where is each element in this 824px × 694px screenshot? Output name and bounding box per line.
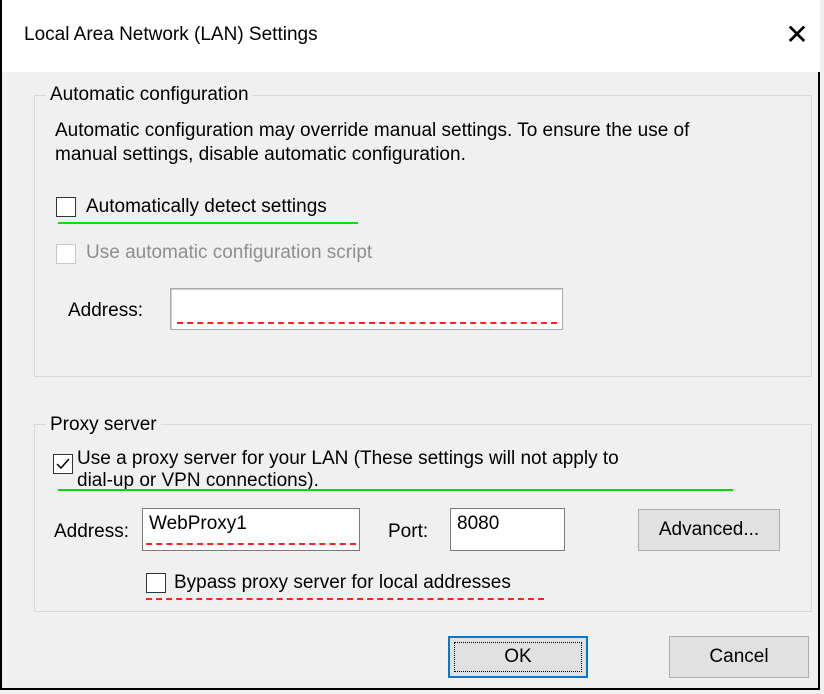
auto-config-address-highlight: [177, 322, 557, 324]
focus-ring: [454, 642, 582, 672]
lan-settings-dialog: Local Area Network (LAN) Settings ✕ Auto…: [0, 0, 820, 690]
use-proxy-label-line1[interactable]: Use a proxy server for your LAN (These s…: [77, 448, 619, 470]
auto-detect-highlight: [58, 222, 358, 224]
advanced-button[interactable]: Advanced...: [638, 509, 780, 551]
ok-button[interactable]: OK: [448, 636, 588, 678]
auto-detect-label[interactable]: Automatically detect settings: [86, 196, 327, 218]
auto-config-address-label: Address:: [68, 300, 143, 321]
bypass-local-label[interactable]: Bypass proxy server for local addresses: [174, 572, 511, 594]
title-bar: Local Area Network (LAN) Settings ✕: [2, 0, 820, 72]
bypass-local-highlight: [146, 598, 544, 600]
auto-detect-checkbox[interactable]: [56, 197, 76, 217]
bypass-local-checkbox[interactable]: [146, 573, 166, 593]
checkmark-icon: [56, 458, 70, 470]
window-title: Local Area Network (LAN) Settings: [24, 24, 318, 45]
proxy-port-label: Port:: [388, 521, 429, 542]
proxy-server-label: Proxy server: [46, 414, 161, 436]
auto-config-description-line1: Automatic configuration may override man…: [55, 120, 690, 141]
auto-config-description-line2: manual settings, disable automatic confi…: [55, 144, 466, 165]
proxy-port-input[interactable]: 8080: [450, 508, 565, 551]
cancel-button[interactable]: Cancel: [669, 636, 809, 678]
auto-config-script-label[interactable]: Use automatic configuration script: [86, 242, 372, 264]
auto-config-script-checkbox[interactable]: [56, 244, 76, 264]
close-icon[interactable]: ✕: [780, 18, 814, 52]
use-proxy-checkbox[interactable]: [53, 454, 73, 474]
use-proxy-highlight: [58, 489, 733, 491]
proxy-address-highlight: [146, 543, 356, 545]
proxy-address-label: Address:: [54, 521, 129, 542]
automatic-configuration-label: Automatic configuration: [46, 84, 253, 106]
